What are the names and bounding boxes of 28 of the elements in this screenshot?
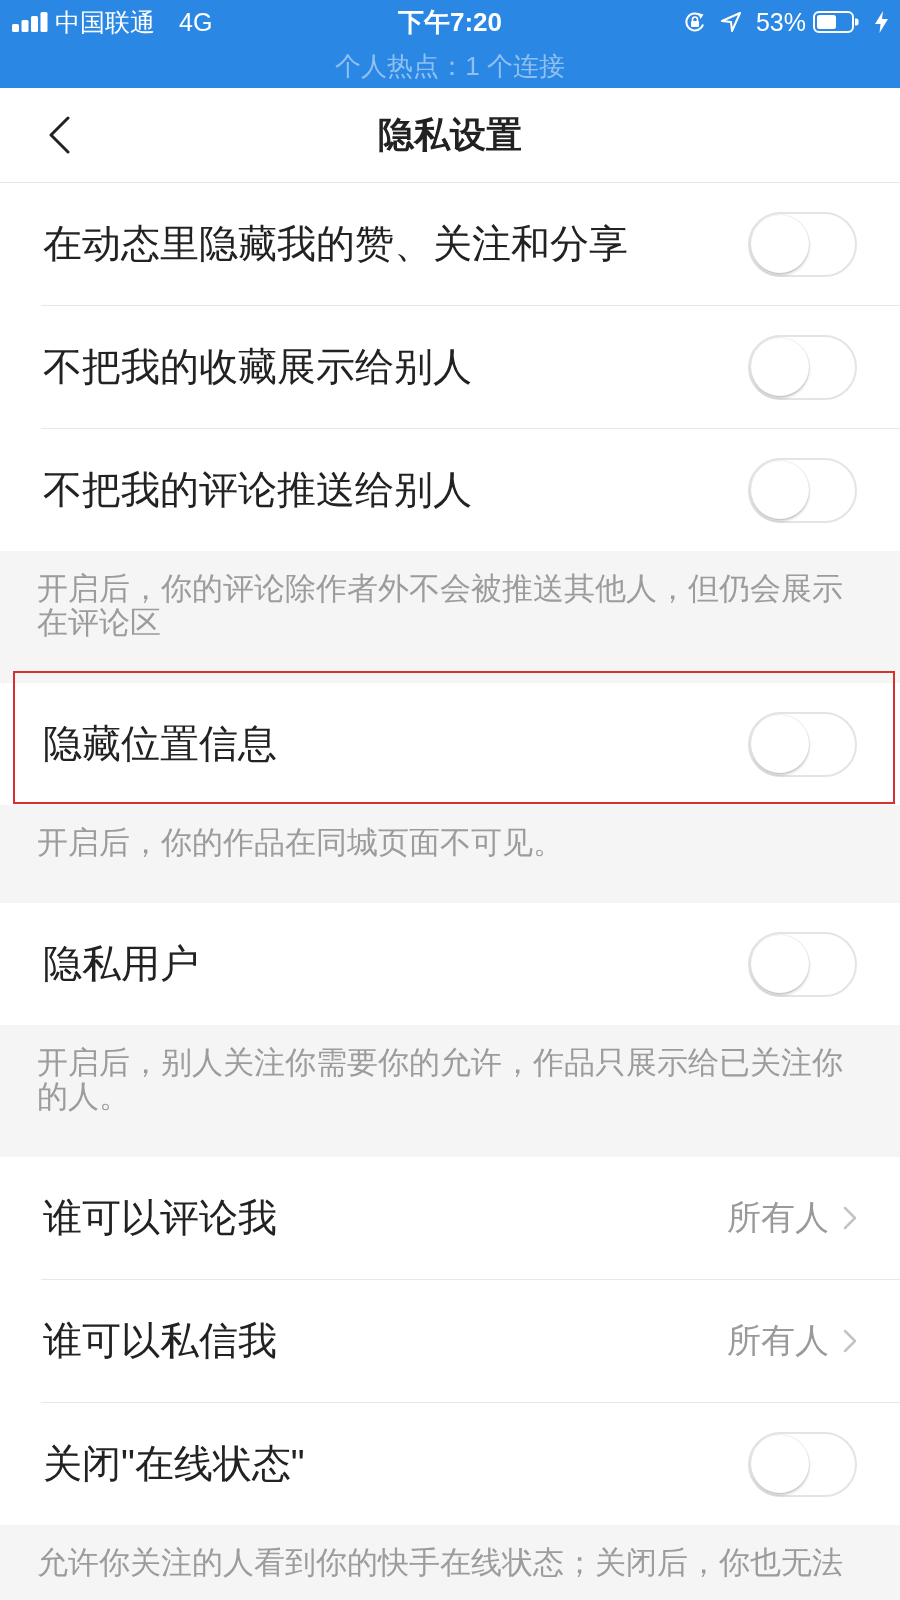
section-note: 允许你关注的人看到你的快手在线状态；关闭后，你也无法 bbox=[37, 1546, 844, 1580]
location-arrow-icon bbox=[720, 12, 741, 32]
page-title: 隐私设置 bbox=[377, 112, 523, 157]
charging-bolt-icon bbox=[875, 11, 888, 33]
setting-label: 在动态里隐藏我的赞、关注和分享 bbox=[43, 221, 629, 267]
back-icon bbox=[48, 116, 70, 154]
chevron-right-icon bbox=[843, 1206, 857, 1230]
chevron-right-icon bbox=[843, 1329, 857, 1353]
rotation-lock-icon bbox=[683, 11, 706, 33]
network-type: 4G bbox=[179, 7, 213, 37]
battery-percent: 53% bbox=[755, 7, 806, 37]
battery-icon bbox=[813, 11, 859, 33]
setting-label: 不把我的评论推送给别人 bbox=[43, 467, 473, 513]
setting-label: 隐私用户 bbox=[43, 941, 200, 987]
hotspot-status: 个人热点：1 个连接 bbox=[335, 49, 565, 83]
option-value[interactable]: 所有人 bbox=[727, 1318, 829, 1364]
setting-label: 隐藏位置信息 bbox=[43, 721, 278, 767]
setting-label: 不把我的收藏展示给别人 bbox=[43, 344, 473, 390]
status-time: 下午7:20 bbox=[397, 5, 502, 39]
carrier-name: 中国联通 bbox=[55, 6, 155, 38]
section-note: 开启后，你的评论除作者外不会被推送其他人，但仍会展示在评论区 bbox=[37, 572, 844, 640]
signal-icon bbox=[12, 12, 48, 32]
section-note: 开启后，你的作品在同城页面不可见。 bbox=[37, 826, 565, 860]
setting-label: 关闭"在线状态" bbox=[43, 1441, 306, 1487]
setting-label: 谁可以评论我 bbox=[43, 1195, 278, 1241]
option-value[interactable]: 所有人 bbox=[727, 1195, 829, 1241]
setting-label: 谁可以私信我 bbox=[43, 1318, 278, 1364]
section-note: 开启后，别人关注你需要你的允许，作品只展示给已关注你的人。 bbox=[37, 1046, 844, 1114]
